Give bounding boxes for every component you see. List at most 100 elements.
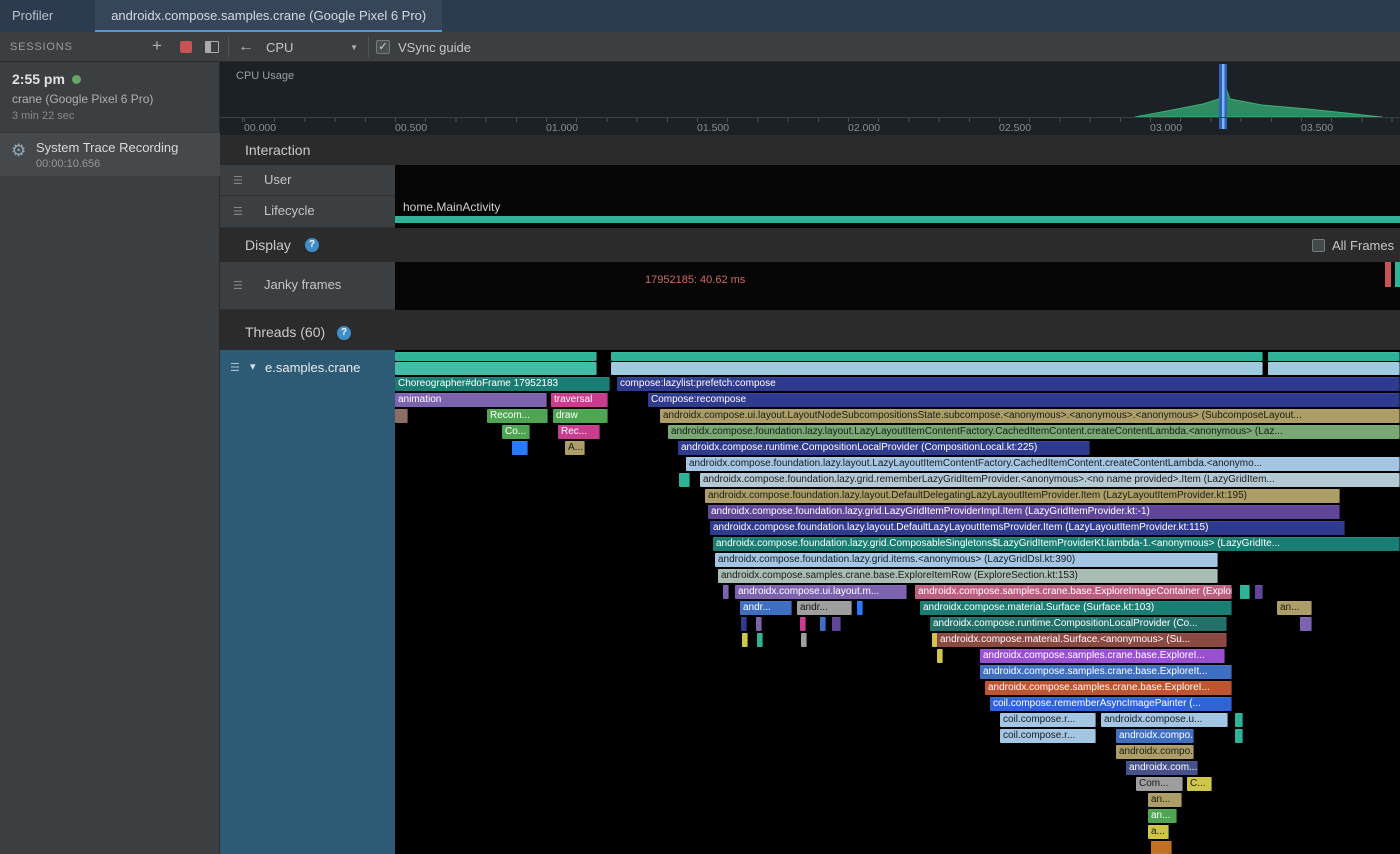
flame-bar[interactable]: androidx.compo...: [1116, 745, 1194, 759]
flame-bar[interactable]: A...: [565, 441, 585, 455]
flame-bar[interactable]: androidx.compose.samples.crane.base.Expl…: [915, 585, 1232, 599]
lifecycle-track[interactable]: home.MainActivity: [395, 196, 1400, 228]
flame-bar[interactable]: andr...: [740, 601, 792, 615]
flame-bar[interactable]: androidx.compose.foundation.lazy.layout.…: [686, 457, 1400, 471]
flame-bar[interactable]: [757, 633, 763, 647]
help-icon[interactable]: [305, 238, 319, 252]
flame-bar[interactable]: [679, 473, 690, 487]
flame-bar[interactable]: compose:lazylist:prefetch:compose: [617, 377, 1400, 391]
vsync-checkbox[interactable]: ✓: [376, 40, 390, 54]
flame-bar[interactable]: an...: [1148, 793, 1182, 807]
flame-bar[interactable]: [756, 617, 762, 631]
back-button[interactable]: ←: [238, 32, 254, 61]
flame-bar[interactable]: [395, 409, 408, 423]
cpu-usage-chart[interactable]: CPU Usage 00.00000.50001.00001.50002.000…: [220, 62, 1400, 135]
flame-bar[interactable]: animation: [395, 393, 547, 407]
flame-bar[interactable]: [1235, 729, 1243, 743]
sessions-panel-title: SESSIONS: [10, 32, 73, 62]
flame-bar[interactable]: [1255, 585, 1263, 599]
flame-bar[interactable]: Rec...: [558, 425, 600, 439]
add-session-button[interactable]: +: [148, 32, 166, 60]
flame-bar[interactable]: traversal: [551, 393, 608, 407]
help-icon[interactable]: [337, 326, 351, 340]
flame-bar[interactable]: Co...: [502, 425, 530, 439]
flame-bar[interactable]: androidx.compose.u...: [1101, 713, 1228, 727]
janky-frame-bar[interactable]: [1385, 262, 1391, 287]
tab-session[interactable]: androidx.compose.samples.crane (Google P…: [95, 0, 442, 32]
flame-bar[interactable]: Com...: [1136, 777, 1183, 791]
thread-row-label-cell[interactable]: ☰ ▾ e.samples.crane: [220, 350, 395, 854]
flame-bar[interactable]: andr...: [797, 601, 852, 615]
flame-bar[interactable]: an...: [1277, 601, 1312, 615]
flame-bar[interactable]: coil.compose.rememberAsyncImagePainter (…: [990, 697, 1232, 711]
flame-bar[interactable]: androidx.compose.runtime.CompositionLoca…: [930, 617, 1227, 631]
flame-bar[interactable]: [832, 617, 841, 631]
profiler-type-dropdown[interactable]: CPU ▼: [266, 32, 358, 62]
flame-bar[interactable]: [611, 352, 1263, 361]
flame-bar[interactable]: a...: [1148, 825, 1169, 839]
timeline-ruler[interactable]: 00.00000.50001.00001.50002.00002.50003.0…: [220, 117, 1400, 135]
flame-bar[interactable]: [1300, 617, 1312, 631]
flame-bar[interactable]: androidx.compose.foundation.lazy.grid.La…: [708, 505, 1340, 519]
flame-bar[interactable]: an...: [1148, 809, 1177, 823]
flame-bar[interactable]: [395, 352, 597, 361]
flame-bar[interactable]: [800, 617, 806, 631]
collapse-panel-icon[interactable]: [205, 41, 219, 53]
user-row-label-cell[interactable]: ☰ User: [220, 165, 395, 196]
lifecycle-row-label-cell[interactable]: ☰ Lifecycle: [220, 196, 395, 228]
flame-bar[interactable]: androidx.compose.ui.layout.LayoutNodeSub…: [660, 409, 1400, 423]
user-track[interactable]: [395, 165, 1400, 196]
flame-bar[interactable]: androidx.compose.foundation.lazy.grid.it…: [715, 553, 1218, 567]
recording-entry[interactable]: ⚙ System Trace Recording 00:00:10.656: [0, 132, 220, 176]
flame-bar[interactable]: [801, 633, 807, 647]
all-frames-checkbox[interactable]: [1312, 239, 1325, 252]
flame-bar[interactable]: androidx.compose.foundation.lazy.grid.re…: [700, 473, 1400, 487]
flame-bar[interactable]: coil.compose.r...: [1000, 729, 1096, 743]
flame-bar[interactable]: [723, 585, 729, 599]
frame-ok-bar[interactable]: [1395, 262, 1400, 287]
drag-handle-icon[interactable]: ☰: [233, 279, 243, 292]
flame-bar[interactable]: androidx.compose.foundation.lazy.layout.…: [710, 521, 1345, 535]
flame-bar[interactable]: draw: [553, 409, 608, 423]
flame-bar[interactable]: androidx.compose.material.Surface (Surfa…: [920, 601, 1232, 615]
flame-bar[interactable]: C...: [1187, 777, 1212, 791]
chevron-down-icon[interactable]: ▾: [250, 360, 256, 373]
flame-bar[interactable]: androidx.compose.samples.crane.base.Expl…: [980, 649, 1225, 663]
flame-bar[interactable]: [937, 649, 943, 663]
flame-bar[interactable]: androidx.compose.samples.crane.base.Expl…: [718, 569, 1218, 583]
drag-handle-icon[interactable]: ☰: [233, 205, 243, 218]
flame-bar[interactable]: Choreographer#doFrame 17952183: [395, 377, 610, 391]
janky-frames-track[interactable]: 17952185: 40.62 ms: [395, 262, 1400, 310]
flame-bar[interactable]: Recom...: [487, 409, 548, 423]
flame-bar[interactable]: [857, 601, 863, 615]
flame-bar[interactable]: [820, 617, 826, 631]
activity-lifetime-bar[interactable]: [395, 216, 1400, 223]
flame-bar[interactable]: androidx.compose.ui.layout.m...: [735, 585, 907, 599]
flame-bar[interactable]: [1240, 585, 1250, 599]
flame-bar[interactable]: androidx.compo...: [1116, 729, 1194, 743]
flame-bar[interactable]: [1235, 713, 1243, 727]
janky-row-label-cell[interactable]: ☰ Janky frames: [220, 262, 395, 310]
flame-bar[interactable]: [742, 633, 748, 647]
flame-bar[interactable]: [611, 362, 1263, 375]
flame-bar[interactable]: androidx.compose.samples.crane.base.Expl…: [985, 681, 1232, 695]
flame-bar[interactable]: androidx.compose.runtime.CompositionLoca…: [678, 441, 1090, 455]
stop-recording-button[interactable]: [180, 41, 192, 53]
flame-bar[interactable]: [741, 617, 747, 631]
flame-bar[interactable]: androidx.compose.samples.crane.base.Expl…: [980, 665, 1232, 679]
flame-bar[interactable]: [1268, 362, 1400, 375]
flame-chart[interactable]: Choreographer#doFrame 17952183 compose:la…: [395, 350, 1400, 854]
flame-bar[interactable]: androidx.compose.foundation.lazy.grid.Co…: [713, 537, 1400, 551]
flame-bar[interactable]: androidx.com...: [1126, 761, 1198, 775]
drag-handle-icon[interactable]: ☰: [233, 174, 243, 187]
flame-bar[interactable]: [1268, 352, 1400, 361]
flame-bar[interactable]: androidx.compose.foundation.lazy.layout.…: [668, 425, 1400, 439]
flame-bar[interactable]: [395, 362, 597, 375]
drag-handle-icon[interactable]: ☰: [230, 361, 240, 374]
flame-bar[interactable]: androidx.compose.foundation.lazy.layout.…: [705, 489, 1340, 503]
session-entry[interactable]: 2:55 pm crane (Google Pixel 6 Pro) 3 min…: [0, 62, 220, 131]
flame-bar[interactable]: coil.compose.r...: [1000, 713, 1096, 727]
flame-bar[interactable]: androidx.compose.material.Surface.<anony…: [937, 633, 1227, 647]
flame-bar[interactable]: Compose:recompose: [648, 393, 1400, 407]
flame-bar[interactable]: [512, 441, 528, 455]
